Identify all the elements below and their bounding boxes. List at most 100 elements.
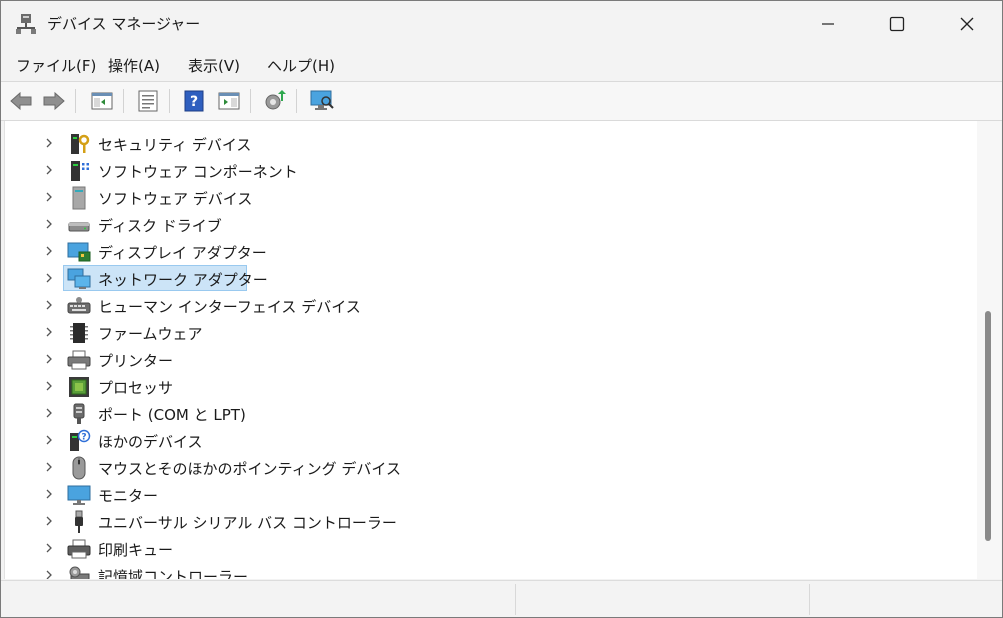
device-manager-icon [16, 14, 36, 34]
minimize-button[interactable] [794, 1, 862, 47]
chevron-right-icon[interactable] [43, 542, 55, 554]
other-devices-icon: ? [70, 429, 91, 451]
chevron-right-icon[interactable] [43, 407, 55, 419]
print-queue-icon [67, 539, 91, 559]
back-button[interactable] [8, 88, 34, 114]
forward-button[interactable] [41, 88, 67, 114]
tree-item-label: モニター [98, 487, 159, 505]
chevron-right-icon[interactable] [43, 137, 55, 149]
menu-file[interactable]: ファイル(F) [16, 55, 96, 76]
chevron-right-icon[interactable] [43, 218, 55, 230]
software-component-icon [71, 161, 90, 181]
update-driver-button[interactable] [262, 88, 288, 114]
processor-icon [69, 377, 89, 397]
chevron-right-icon[interactable] [43, 380, 55, 392]
tree-item-storage-controllers[interactable]: 記憶域コントローラー [5, 562, 977, 579]
menu-view[interactable]: 表示(V) [188, 55, 240, 76]
chevron-right-icon[interactable] [43, 326, 55, 338]
status-pane [809, 584, 1002, 615]
forward-arrow-icon [43, 91, 65, 111]
chevron-right-icon[interactable] [43, 569, 55, 579]
firmware-icon [70, 323, 88, 343]
tree-item-print-queues[interactable]: 印刷キュー [5, 535, 977, 562]
scan-hardware-changes-icon [310, 90, 334, 110]
tree-item-label: ソフトウェア コンポーネント [98, 163, 298, 181]
vertical-scrollbar[interactable] [977, 121, 1001, 579]
action-pane-button[interactable] [216, 88, 242, 114]
menu-action[interactable]: 操作(A) [108, 55, 160, 76]
toolbar-separator [123, 89, 124, 113]
scrollbar-thumb[interactable] [985, 311, 991, 541]
properties-button[interactable] [135, 88, 161, 114]
toolbar: ? [1, 81, 1002, 121]
status-bar [1, 580, 1002, 617]
chevron-right-icon[interactable] [43, 245, 55, 257]
tree-item-software-devices[interactable]: ソフトウェア デバイス [5, 184, 977, 211]
tree-item-label: ほかのデバイス [98, 433, 203, 451]
back-arrow-icon [10, 91, 32, 111]
toolbar-separator [296, 89, 297, 113]
chevron-right-icon[interactable] [43, 164, 55, 176]
tree-item-mice[interactable]: マウスとそのほかのポインティング デバイス [5, 454, 977, 481]
tree-item-printers[interactable]: プリンター [5, 346, 977, 373]
monitor-icon [67, 485, 91, 505]
tree-item-human-interface-devices[interactable]: ヒューマン インターフェイス デバイス [5, 292, 977, 319]
tree-item-usb-controllers[interactable]: ユニバーサル シリアル バス コントローラー [5, 508, 977, 535]
tree-item-software-components[interactable]: ソフトウェア コンポーネント [5, 157, 977, 184]
tree-item-label: プロセッサ [98, 379, 174, 397]
printer-icon [67, 350, 91, 370]
tree-item-label: マウスとそのほかのポインティング デバイス [98, 460, 401, 478]
menu-bar: ファイル(F) 操作(A) 表示(V) ヘルプ(H) [1, 47, 1002, 80]
tree-item-label: プリンター [98, 352, 174, 370]
chevron-right-icon[interactable] [43, 353, 55, 365]
chevron-right-icon[interactable] [43, 434, 55, 446]
title-bar[interactable]: デバイス マネージャー [1, 1, 1002, 47]
console-tree-button[interactable] [89, 88, 115, 114]
close-button[interactable] [933, 1, 1001, 47]
tree-item-label: セキュリティ デバイス [98, 136, 252, 154]
tree-item-label: ファームウェア [98, 325, 203, 343]
status-pane [515, 584, 808, 615]
show-action-pane-icon [218, 92, 240, 110]
show-hide-console-tree-icon [91, 92, 113, 110]
security-device-icon [71, 134, 90, 154]
chevron-right-icon[interactable] [43, 461, 55, 473]
hid-icon [67, 297, 91, 314]
update-driver-icon [265, 90, 286, 110]
tree-item-network-adapters[interactable]: ネットワーク アダプター [5, 265, 977, 292]
tree-item-label: 印刷キュー [98, 541, 174, 559]
maximize-button[interactable] [863, 1, 931, 47]
maximize-icon [889, 16, 905, 32]
device-tree[interactable]: セキュリティ デバイス ソフトウェア コンポーネント ソフトウェア デバイス デ… [4, 121, 977, 579]
tree-item-other-devices[interactable]: ? ほかのデバイス [5, 427, 977, 454]
close-icon [960, 17, 974, 31]
scan-hardware-button[interactable] [309, 88, 335, 114]
tree-item-firmware[interactable]: ファームウェア [5, 319, 977, 346]
tree-item-label: ソフトウェア デバイス [98, 190, 253, 208]
properties-icon [138, 90, 158, 112]
chevron-right-icon[interactable] [43, 515, 55, 527]
svg-text:?: ? [81, 433, 86, 443]
tree-item-disk-drives[interactable]: ディスク ドライブ [5, 211, 977, 238]
chevron-right-icon[interactable] [43, 272, 55, 284]
tree-item-display-adapters[interactable]: ディスプレイ アダプター [5, 238, 977, 265]
tree-item-monitors[interactable]: モニター [5, 481, 977, 508]
storage-controller-icon [69, 566, 90, 579]
chevron-right-icon[interactable] [43, 191, 55, 203]
minimize-icon [822, 23, 834, 25]
tree-item-label: ディスプレイ アダプター [98, 244, 267, 262]
help-button[interactable]: ? [181, 88, 207, 114]
tree-item-ports[interactable]: ポート (COM と LPT) [5, 400, 977, 427]
help-icon: ? [184, 90, 204, 112]
port-icon [73, 403, 85, 424]
toolbar-separator [75, 89, 76, 113]
window-title: デバイス マネージャー [47, 15, 201, 33]
tree-item-label: ディスク ドライブ [98, 217, 222, 235]
software-device-icon [72, 186, 86, 210]
chevron-right-icon[interactable] [43, 299, 55, 311]
menu-help[interactable]: ヘルプ(H) [267, 55, 335, 76]
chevron-right-icon[interactable] [43, 488, 55, 500]
tree-item-security-devices[interactable]: セキュリティ デバイス [5, 130, 977, 157]
tree-item-processors[interactable]: プロセッサ [5, 373, 977, 400]
usb-icon [75, 510, 83, 533]
